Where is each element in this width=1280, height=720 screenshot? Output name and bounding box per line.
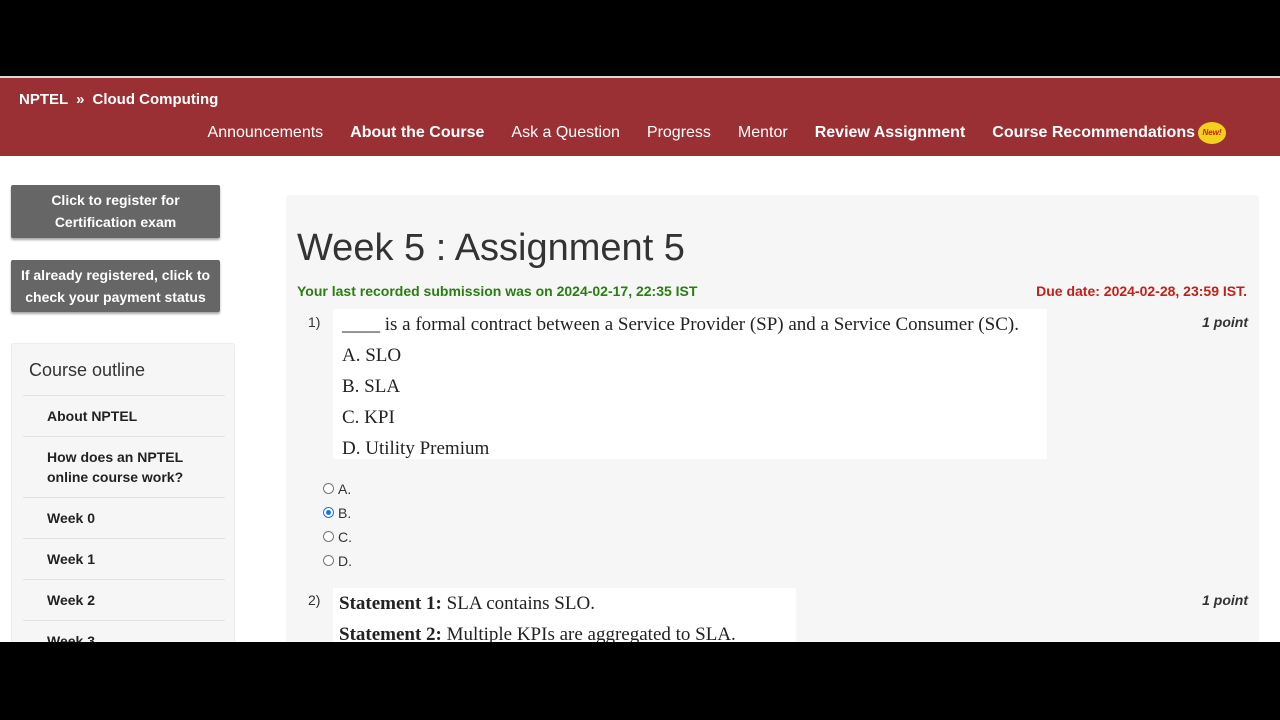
question-1-option-c[interactable]: C. bbox=[323, 525, 352, 549]
question-1-choice-b: B. SLA bbox=[342, 376, 401, 397]
payment-button-line-2: check your payment status bbox=[25, 289, 206, 305]
question-1-number: 1) bbox=[308, 314, 321, 330]
statement-2-text: Multiple KPIs are aggregated to SLA. bbox=[441, 624, 736, 642]
breadcrumb-root-link[interactable]: NPTEL bbox=[19, 91, 68, 108]
nav-mentor[interactable]: Mentor bbox=[738, 124, 788, 142]
nav-ask-question[interactable]: Ask a Question bbox=[511, 124, 620, 142]
course-outline-list: About NPTEL How does an NPTEL online cou… bbox=[23, 395, 225, 642]
question-1-option-a[interactable]: A. bbox=[323, 477, 352, 501]
question-2-number: 2) bbox=[308, 592, 321, 608]
outline-item-week-0[interactable]: Week 0 bbox=[23, 497, 225, 538]
assignment-panel: Week 5 : Assignment 5 Your last recorded… bbox=[286, 195, 1259, 642]
outline-item-how-it-works[interactable]: How does an NPTEL online course work? bbox=[23, 436, 225, 497]
question-2-statement-2: Statement 2: Multiple KPIs are aggregate… bbox=[339, 619, 796, 642]
option-b-label: B. bbox=[338, 505, 352, 521]
breadcrumb-course-link[interactable]: Cloud Computing bbox=[93, 91, 219, 108]
question-1-option-b[interactable]: B. bbox=[323, 501, 352, 525]
breadcrumb-separator: » bbox=[76, 91, 85, 108]
option-a-label: A. bbox=[338, 481, 352, 497]
register-button-line-1: Click to register for bbox=[51, 192, 180, 208]
top-nav: Announcements About the Course Ask a Que… bbox=[181, 124, 1224, 142]
radio-d[interactable] bbox=[323, 554, 334, 566]
question-1-points: 1 point bbox=[1202, 314, 1248, 330]
payment-status-button[interactable]: If already registered, click to check yo… bbox=[11, 260, 220, 312]
payment-button-line-1: If already registered, click to bbox=[20, 267, 211, 283]
course-outline-panel: Course outline About NPTEL How does an N… bbox=[11, 343, 235, 642]
header-bar: NPTEL » Cloud Computing Announcements Abou… bbox=[0, 76, 1280, 156]
question-1-option-d[interactable]: D. bbox=[323, 549, 352, 573]
statement-1-text: SLA contains SLO. bbox=[441, 593, 595, 614]
register-certification-button[interactable]: Click to register for Certification exam bbox=[11, 185, 220, 238]
question-1-choice-a: A. SLO bbox=[342, 345, 402, 366]
nav-progress[interactable]: Progress bbox=[647, 124, 711, 142]
last-submission-note: Your last recorded submission was on 202… bbox=[297, 283, 698, 299]
outline-item-week-3[interactable]: Week 3 bbox=[23, 620, 225, 642]
nav-course-recommendations-label: Course Recommendations bbox=[992, 124, 1195, 142]
radio-a[interactable] bbox=[323, 482, 334, 494]
nav-announcements[interactable]: Announcements bbox=[208, 124, 324, 142]
radio-b-selected[interactable] bbox=[323, 506, 334, 518]
nav-review-assignment[interactable]: Review Assignment bbox=[815, 124, 966, 142]
due-date: Due date: 2024-02-28, 23:59 IST. bbox=[1036, 283, 1247, 299]
statement-1-label: Statement 1: bbox=[339, 593, 442, 614]
question-1-choice-d: D. Utility Premium bbox=[342, 438, 490, 459]
page-title: Week 5 : Assignment 5 bbox=[297, 227, 685, 269]
page-viewport: NPTEL » Cloud Computing Announcements Abou… bbox=[0, 76, 1280, 642]
course-outline-title: Course outline bbox=[29, 360, 146, 380]
question-2-points: 1 point bbox=[1202, 592, 1248, 608]
register-button-line-2: Certification exam bbox=[54, 214, 177, 230]
outline-item-week-1[interactable]: Week 1 bbox=[23, 538, 225, 579]
breadcrumb: NPTEL » Cloud Computing bbox=[19, 91, 218, 108]
new-badge-icon: New! bbox=[1200, 124, 1224, 142]
statement-2-label: Statement 2: bbox=[339, 624, 442, 642]
question-2-statement-1: Statement 1: SLA contains SLO. bbox=[339, 588, 796, 619]
question-1-choice-c: C. KPI bbox=[342, 407, 395, 428]
nav-course-recommendations[interactable]: Course Recommendations New! bbox=[992, 124, 1224, 142]
radio-c[interactable] bbox=[323, 530, 334, 542]
nav-about-course[interactable]: About the Course bbox=[350, 124, 484, 142]
question-1-stem: ____ is a formal contract between a Serv… bbox=[342, 314, 1019, 335]
question-1-options: A. B. C. D. bbox=[323, 477, 352, 573]
outline-item-about-nptel[interactable]: About NPTEL bbox=[23, 395, 225, 436]
question-1-text: ____ is a formal contract between a Serv… bbox=[333, 309, 1047, 459]
option-d-label: D. bbox=[338, 553, 352, 569]
question-2-text: Statement 1: SLA contains SLO. Statement… bbox=[333, 588, 796, 642]
option-c-label: C. bbox=[338, 529, 352, 545]
outline-item-week-2[interactable]: Week 2 bbox=[23, 579, 225, 620]
